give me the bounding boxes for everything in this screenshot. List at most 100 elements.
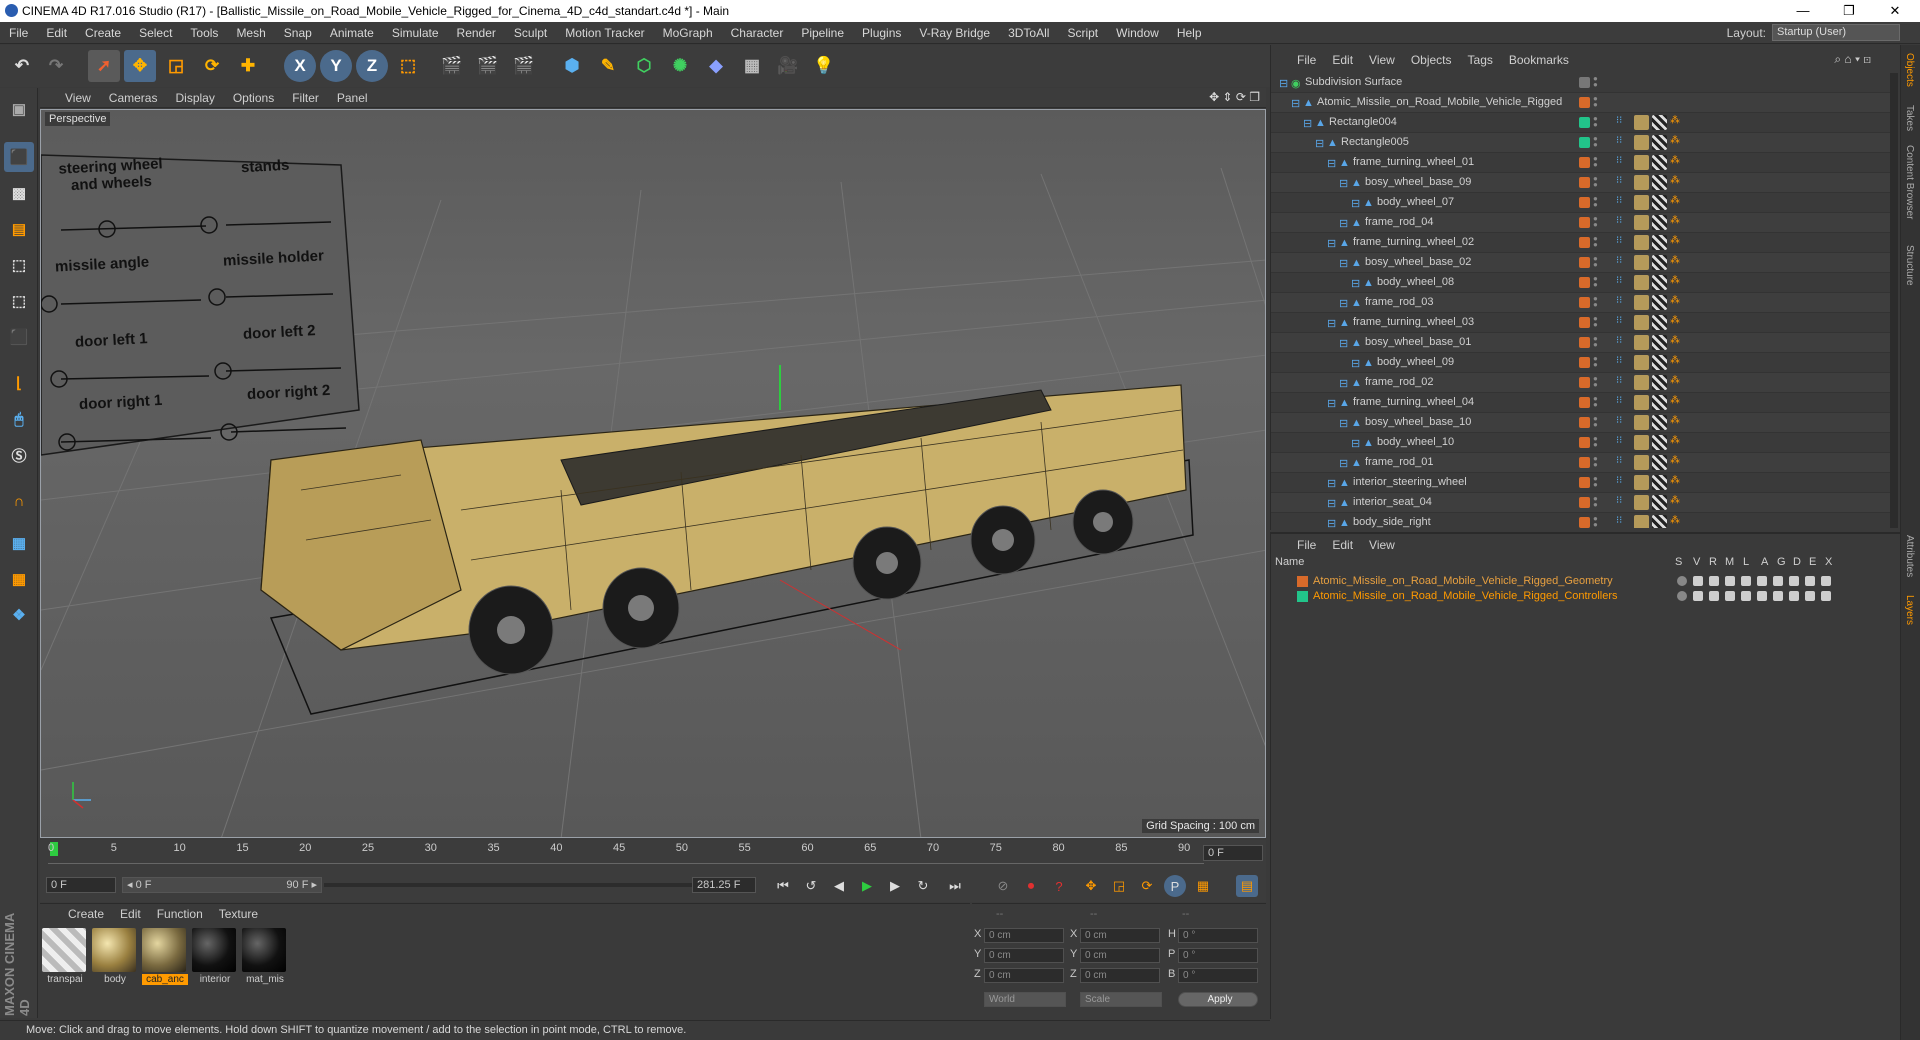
end-frame-field[interactable]: 281.25 F [692, 877, 756, 893]
visibility-dots-icon[interactable]: ● ● [1593, 75, 1598, 89]
tab-takes[interactable]: Takes [1904, 105, 1915, 131]
transform-tool-button[interactable]: ✚ [232, 50, 264, 82]
layer-flag-icon[interactable] [1709, 591, 1719, 601]
xpresso-tag-icon[interactable]: ⁂ [1670, 375, 1685, 390]
move-tool-button[interactable]: ✥ [124, 50, 156, 82]
material-swatch[interactable]: interior [192, 928, 238, 994]
material-swatch[interactable]: transpai [42, 928, 88, 994]
locked-workplane-icon[interactable]: ▦ [4, 564, 34, 594]
object-row[interactable]: ⊟ ▲ bosy_wheel_base_02 ● ● ⁝⁝ ⁂ [1271, 253, 1891, 273]
make-editable-icon[interactable]: ▣ [4, 94, 34, 124]
texture-tag-icon[interactable] [1652, 435, 1667, 450]
render-picture-viewer-button[interactable]: 🎬 [472, 50, 504, 82]
autokey-button[interactable]: ? [1048, 875, 1070, 897]
visibility-dots-icon[interactable]: ● ● [1593, 455, 1598, 469]
layer-flag-icon[interactable] [1773, 591, 1783, 601]
coord-b-field[interactable]: 0 ° [1178, 968, 1258, 983]
material-tag-icon[interactable] [1634, 355, 1649, 370]
edges-mode-icon[interactable]: ⬚ [4, 286, 34, 316]
object-row[interactable]: ⊟ ▲ body_wheel_09 ● ● ⁝⁝ ⁂ [1271, 353, 1891, 373]
visibility-dots-icon[interactable]: ● ● [1593, 215, 1598, 229]
layer-color-swatch[interactable] [1579, 517, 1590, 528]
xpresso-tag-icon[interactable]: ⁂ [1670, 235, 1685, 250]
layer-flag-icon[interactable] [1741, 591, 1751, 601]
texture-tag-icon[interactable] [1652, 415, 1667, 430]
material-tag-icon[interactable] [1634, 415, 1649, 430]
menu-tools[interactable]: Tools [181, 26, 227, 40]
mesh-tag-icon[interactable]: ⁝⁝ [1616, 355, 1631, 370]
visibility-dots-icon[interactable]: ● ● [1593, 315, 1598, 329]
coord-z-size-field[interactable]: 0 cm [1080, 968, 1160, 983]
layer-menu-file[interactable]: File [1289, 538, 1324, 552]
expand-toggle-icon[interactable]: ⊟ [1339, 217, 1349, 230]
tab-layers[interactable]: Layers [1904, 595, 1915, 625]
texture-tag-icon[interactable] [1652, 195, 1667, 210]
layer-flag-icon[interactable] [1789, 591, 1799, 601]
visibility-dots-icon[interactable]: ● ● [1593, 475, 1598, 489]
menu-mesh[interactable]: Mesh [227, 26, 274, 40]
coord-y-position-field[interactable]: 0 cm [984, 948, 1064, 963]
layer-flag-icon[interactable] [1725, 591, 1735, 601]
python-icon[interactable]: ❖ [4, 600, 34, 630]
menu-help[interactable]: Help [1168, 26, 1211, 40]
visibility-dots-icon[interactable]: ● ● [1593, 335, 1598, 349]
material-tag-icon[interactable] [1634, 115, 1649, 130]
xpresso-tag-icon[interactable]: ⁂ [1670, 395, 1685, 410]
xpresso-tag-icon[interactable]: ⁂ [1670, 215, 1685, 230]
texture-tag-icon[interactable] [1652, 275, 1667, 290]
layer-column-e[interactable]: E [1809, 556, 1816, 568]
material-tag-icon[interactable] [1634, 435, 1649, 450]
play-button[interactable]: ▶ [856, 875, 878, 897]
layer-color-swatch[interactable] [1579, 197, 1590, 208]
layer-color-swatch[interactable] [1579, 497, 1590, 508]
expand-toggle-icon[interactable]: ⊟ [1327, 317, 1337, 330]
texture-tag-icon[interactable] [1652, 495, 1667, 510]
menu-create[interactable]: Create [76, 26, 130, 40]
object-row[interactable]: ⊟ ▲ interior_steering_wheel ● ● ⁝⁝ ⁂ [1271, 473, 1891, 493]
points-mode-icon[interactable]: ⬚ [4, 250, 34, 280]
expand-toggle-icon[interactable]: ⊟ [1327, 517, 1337, 528]
expand-toggle-icon[interactable]: ⊟ [1339, 417, 1349, 430]
material-tag-icon[interactable] [1634, 235, 1649, 250]
object-row[interactable]: ⊟ ▲ interior_seat_04 ● ● ⁝⁝ ⁂ [1271, 493, 1891, 513]
texture-tag-icon[interactable] [1652, 375, 1667, 390]
texture-tag-icon[interactable] [1652, 235, 1667, 250]
object-menu-file[interactable]: File [1289, 53, 1324, 67]
xpresso-tag-icon[interactable]: ⁂ [1670, 515, 1685, 528]
visibility-dots-icon[interactable]: ● ● [1593, 395, 1598, 409]
layer-column-s[interactable]: S [1675, 556, 1682, 568]
tab-structure[interactable]: Structure [1904, 245, 1915, 286]
menu-file[interactable]: File [0, 26, 37, 40]
layer-flag-icon[interactable] [1773, 576, 1783, 586]
texture-tag-icon[interactable] [1652, 155, 1667, 170]
redo-button[interactable]: ↷ [40, 50, 72, 82]
layer-color-swatch[interactable] [1579, 277, 1590, 288]
layer-color-swatch[interactable] [1579, 457, 1590, 468]
layer-flag-icon[interactable] [1757, 591, 1767, 601]
xpresso-tag-icon[interactable]: ⁂ [1670, 195, 1685, 210]
coord-x-position-field[interactable]: 0 cm [984, 928, 1064, 943]
menu-character[interactable]: Character [722, 26, 793, 40]
material-tag-icon[interactable] [1634, 315, 1649, 330]
layer-color-swatch[interactable] [1579, 77, 1590, 88]
mesh-tag-icon[interactable]: ⁝⁝ [1616, 255, 1631, 270]
mesh-tag-icon[interactable]: ⁝⁝ [1616, 515, 1631, 528]
expand-toggle-icon[interactable]: ⊟ [1327, 477, 1337, 490]
mesh-tag-icon[interactable]: ⁝⁝ [1616, 455, 1631, 470]
layer-flag-icon[interactable] [1757, 576, 1767, 586]
menu-pipeline[interactable]: Pipeline [792, 26, 853, 40]
prev-frame-button[interactable]: ◀ [828, 875, 850, 897]
object-menu-bookmarks[interactable]: Bookmarks [1501, 53, 1577, 67]
frame-range-slider[interactable]: ◂ 0 F 90 F ▸ [122, 877, 322, 893]
expand-toggle-icon[interactable]: ⊟ [1351, 277, 1361, 290]
layer-color-swatch[interactable] [1579, 377, 1590, 388]
go-to-end-button[interactable]: ⏭ [944, 875, 966, 897]
object-row[interactable]: ⊟ ▲ body_wheel_07 ● ● ⁝⁝ ⁂ [1271, 193, 1891, 213]
render-settings-button[interactable]: 🎬 [508, 50, 540, 82]
layer-color-swatch[interactable] [1579, 317, 1590, 328]
object-row[interactable]: ⊟ ▲ frame_turning_wheel_04 ● ● ⁝⁝ ⁂ [1271, 393, 1891, 413]
object-row[interactable]: ⊟ ▲ Rectangle004 ● ● ⁝⁝ ⁂ [1271, 113, 1891, 133]
mesh-tag-icon[interactable]: ⁝⁝ [1616, 375, 1631, 390]
object-row[interactable]: ⊟ ▲ Rectangle005 ● ● ⁝⁝ ⁂ [1271, 133, 1891, 153]
visibility-dots-icon[interactable]: ● ● [1593, 135, 1598, 149]
